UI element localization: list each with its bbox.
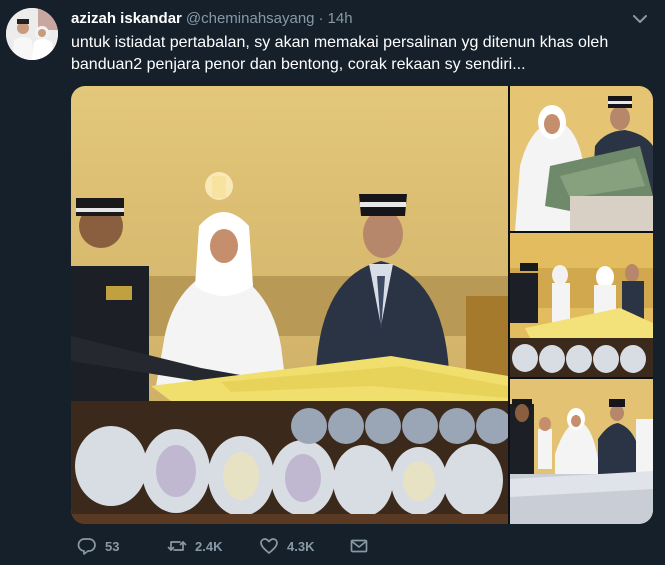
tweet[interactable]: azizah iskandar @cheminahsayang · 14h untuk… — [0, 0, 665, 565]
chevron-down-icon[interactable] — [631, 10, 649, 28]
reply-icon — [77, 538, 96, 555]
reply-count: 53 — [105, 538, 120, 554]
photo-2[interactable] — [510, 86, 653, 231]
retweet-button[interactable]: 2.4K — [167, 534, 222, 558]
heart-icon — [260, 538, 278, 554]
retweet-count: 2.4K — [195, 538, 223, 554]
separator-dot: · — [318, 10, 324, 27]
like-button[interactable]: 4.3K — [259, 534, 314, 558]
avatar[interactable] — [6, 8, 58, 60]
tweet-header: azizah iskandar @cheminahsayang · 14h — [71, 9, 625, 29]
photo-main[interactable] — [71, 86, 508, 524]
avatar-image — [6, 8, 58, 60]
share-button[interactable] — [349, 534, 377, 558]
reply-button[interactable]: 53 — [77, 534, 119, 558]
share-envelope-icon — [350, 539, 368, 553]
tweet-actions: 53 2.4K 4.3K — [71, 534, 491, 558]
like-count: 4.3K — [287, 538, 315, 554]
timestamp[interactable]: 14h — [328, 10, 353, 27]
photo-4[interactable] — [510, 379, 653, 524]
tweet-text: untuk istiadat pertabalan, sy akan memak… — [71, 34, 609, 73]
photo-3[interactable] — [510, 233, 653, 377]
media-grid — [71, 86, 653, 524]
retweet-icon — [167, 541, 187, 551]
user-handle[interactable]: @cheminahsayang — [186, 10, 315, 27]
display-name[interactable]: azizah iskandar — [71, 10, 182, 27]
